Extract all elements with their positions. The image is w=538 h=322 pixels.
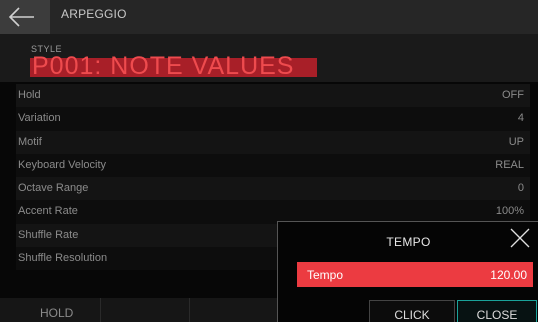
- style-value: P001: NOTE VALUES: [32, 52, 295, 80]
- style-selector[interactable]: STYLE P001: NOTE VALUES: [0, 34, 538, 82]
- param-label: Accent Rate: [18, 205, 78, 218]
- param-row-keyboard-velocity[interactable]: Keyboard Velocity REAL: [16, 153, 530, 178]
- softkey-2[interactable]: [101, 298, 190, 322]
- param-row-variation[interactable]: Variation 4: [16, 107, 530, 131]
- param-value: UP: [508, 135, 524, 148]
- close-x-icon[interactable]: [509, 227, 531, 254]
- close-button[interactable]: CLOSE: [457, 300, 537, 322]
- close-button-label: CLOSE: [476, 308, 518, 322]
- dialog-title: TEMPO: [386, 235, 431, 249]
- param-row-hold[interactable]: Hold OFF: [16, 84, 530, 108]
- screen-title: ARPEGGIO: [61, 7, 127, 21]
- tempo-label: Tempo: [307, 268, 344, 282]
- param-value: REAL: [495, 158, 524, 171]
- param-label: Keyboard Velocity: [18, 158, 107, 171]
- param-label: Variation: [18, 112, 61, 125]
- param-value: OFF: [502, 89, 524, 101]
- back-button[interactable]: [0, 0, 50, 34]
- arpeggio-screen: ARPEGGIO STYLE P001: NOTE VALUES Hold OF…: [0, 0, 538, 322]
- click-button-label: CLICK: [394, 308, 430, 322]
- param-value: 0: [517, 182, 524, 195]
- header-bar: ARPEGGIO: [0, 0, 538, 34]
- tempo-field[interactable]: Tempo 120.00: [297, 262, 533, 287]
- tempo-dialog: TEMPO Tempo 120.00 CLICK CLOSE: [277, 221, 538, 322]
- param-label: Shuffle Rate: [18, 228, 79, 241]
- arrow-left-icon: [8, 7, 34, 27]
- hold-softkey-label: HOLD: [40, 306, 74, 320]
- tempo-value: 120.00: [490, 268, 527, 282]
- param-value: 4: [517, 112, 524, 125]
- param-label: Octave Range: [18, 182, 89, 195]
- param-value: 100%: [495, 205, 524, 218]
- param-row-octave-range[interactable]: Octave Range 0: [16, 177, 530, 201]
- param-label: Shuffle Resolution: [18, 252, 108, 265]
- param-label: Hold: [18, 89, 41, 101]
- param-label: Motif: [18, 135, 42, 148]
- hold-softkey[interactable]: HOLD: [0, 298, 101, 322]
- param-row-motif[interactable]: Motif UP: [16, 130, 530, 154]
- click-button[interactable]: CLICK: [369, 300, 455, 322]
